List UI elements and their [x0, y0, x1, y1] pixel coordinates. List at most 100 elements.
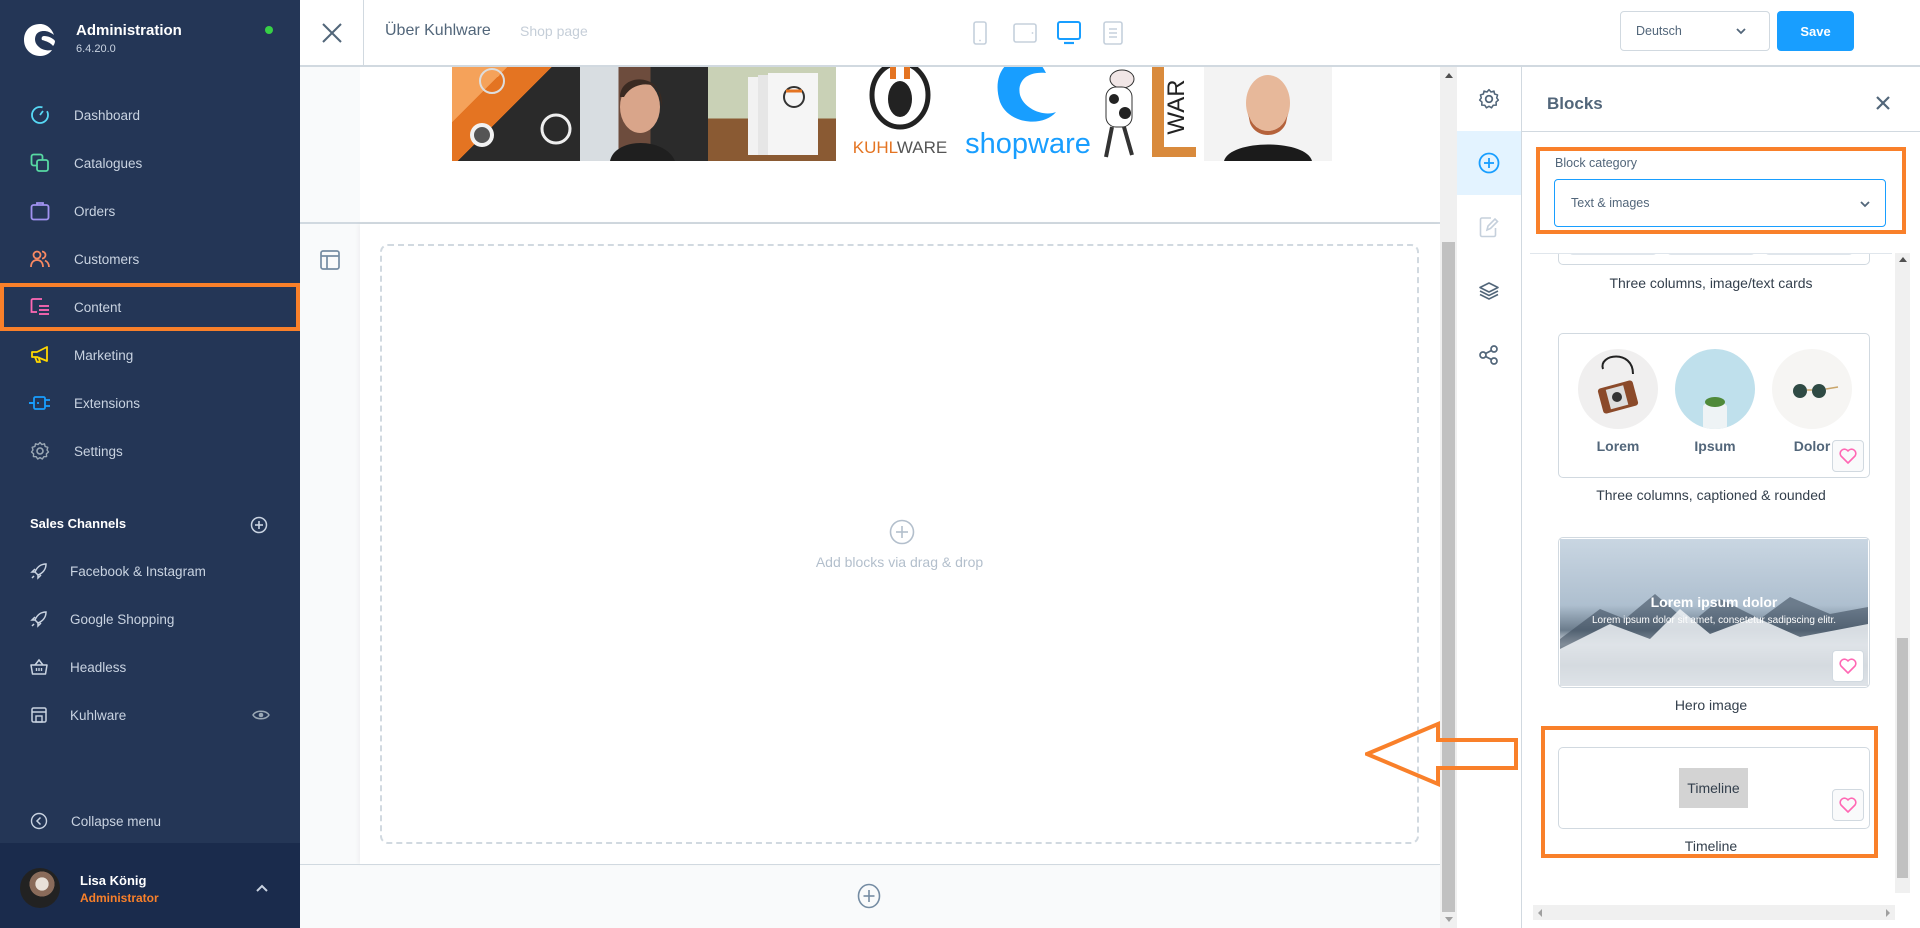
favorite-button[interactable]	[1832, 789, 1864, 821]
gallery-image-merch	[452, 67, 580, 161]
favorite-button[interactable]	[1832, 440, 1864, 472]
scroll-down-arrow[interactable]	[1445, 917, 1453, 922]
layers-icon	[1479, 282, 1499, 300]
layers-button[interactable]	[1457, 259, 1521, 323]
sales-channel-label: Facebook & Instagram	[70, 563, 206, 579]
scroll-up-arrow[interactable]	[1445, 73, 1453, 78]
block-preview-image-text-cards[interactable]	[1558, 254, 1870, 265]
sales-channel-kuhlware[interactable]: Kuhlware	[0, 693, 300, 737]
sidebar-item-extensions[interactable]: Extensions	[0, 379, 300, 427]
gallery-image-kuhlware-logo: KUHLWARE	[836, 67, 964, 161]
sales-channel-google-shopping[interactable]: Google Shopping	[0, 597, 300, 641]
sidebar-item-label: Content	[74, 299, 122, 315]
device-mobile-button[interactable]	[966, 19, 994, 47]
block-category-select[interactable]: Text & images	[1554, 179, 1886, 227]
gallery-image-kuhlware-banner: WAR	[1148, 67, 1204, 161]
device-form-button[interactable]	[1099, 19, 1127, 47]
user-name: Lisa König	[80, 873, 147, 888]
language-select[interactable]: Deutsch	[1620, 11, 1770, 51]
plus-circle-icon	[1478, 152, 1500, 174]
scrollbar-thumb[interactable]	[1897, 638, 1908, 878]
sidebar-item-catalogues[interactable]: Catalogues	[0, 139, 300, 187]
add-section-icon[interactable]	[857, 883, 881, 909]
sidebar-item-label: Customers	[74, 251, 140, 267]
device-tablet-button[interactable]	[1011, 19, 1039, 47]
mobile-icon	[973, 21, 987, 45]
close-editor-button[interactable]	[300, 0, 364, 65]
page-settings-button[interactable]	[1457, 67, 1521, 131]
form-list-icon	[1103, 21, 1123, 45]
sales-channel-label: Kuhlware	[70, 707, 127, 723]
basket-icon	[30, 658, 48, 675]
brand: Administration 6.4.20.0	[20, 18, 290, 68]
sales-channel-label: Headless	[70, 659, 127, 675]
card-preview	[1667, 254, 1755, 255]
block-caption: Hero image	[1674, 697, 1748, 713]
scroll-right-arrow[interactable]	[1886, 909, 1890, 917]
device-desktop-button[interactable]	[1055, 19, 1083, 47]
blocks-panel-scrollbar[interactable]	[1895, 253, 1910, 893]
chevron-up-icon[interactable]	[255, 883, 269, 893]
scrollbar-thumb[interactable]	[1442, 242, 1455, 912]
close-panel-icon[interactable]	[1875, 95, 1891, 111]
add-blocks-button[interactable]	[1457, 131, 1521, 195]
svg-text:WAR: WAR	[1163, 79, 1190, 134]
shopware-logo-text: shopware	[965, 128, 1091, 160]
gallery-image-woman	[580, 67, 708, 161]
panel-title: Blocks	[1547, 94, 1603, 113]
kuhlware-logo-orange: KUHL	[853, 138, 898, 157]
customers-icon	[28, 247, 52, 271]
app-title: Administration	[76, 22, 182, 39]
gallery-image-cow-mascot	[1092, 67, 1148, 161]
card-preview	[1569, 254, 1657, 255]
close-icon	[321, 22, 342, 43]
favorite-button[interactable]	[1832, 650, 1864, 682]
share-button[interactable]	[1457, 323, 1521, 387]
settings-icon	[28, 439, 52, 463]
section-divider	[300, 864, 1440, 865]
language-value: Deutsch	[1636, 24, 1682, 38]
app: Administration 6.4.20.0 Dashboard Catalo…	[0, 0, 1920, 928]
sales-channel-facebook-instagram[interactable]: Facebook & Instagram	[0, 549, 300, 593]
extensions-icon	[28, 391, 52, 415]
sidebar-item-orders[interactable]: Orders	[0, 187, 300, 235]
gallery-image-shopware-logo: shopware	[964, 67, 1092, 161]
chevron-down-icon	[1736, 28, 1746, 35]
sidebar-item-customers[interactable]: Customers	[0, 235, 300, 283]
scroll-up-arrow[interactable]	[1899, 257, 1907, 262]
panel-header: Blocks	[1522, 67, 1920, 132]
sidebar-item-settings[interactable]: Settings	[0, 427, 300, 475]
canvas-scrollbar[interactable]	[1440, 67, 1457, 928]
sidebar-item-label: Extensions	[74, 395, 141, 411]
page-type: Shop page	[520, 23, 588, 39]
add-sales-channel-icon[interactable]	[250, 516, 268, 534]
collapse-menu-button[interactable]: Collapse menu	[0, 800, 300, 842]
storefront-icon	[31, 707, 47, 723]
block-preview-captioned-rounded[interactable]: Lorem Ipsum Dolor	[1558, 333, 1870, 478]
section-layout-icon[interactable]	[320, 250, 340, 270]
status-indicator	[265, 26, 273, 34]
sidebar-item-dashboard[interactable]: Dashboard	[0, 91, 300, 139]
image-gallery-block[interactable]: KUHLWARE shopware WAR	[452, 67, 1348, 161]
block-dropzone[interactable]: Add blocks via drag & drop	[380, 244, 1419, 844]
sidebar-item-marketing[interactable]: Marketing	[0, 331, 300, 379]
app-version: 6.4.20.0	[76, 43, 116, 55]
edit-block-button[interactable]	[1457, 195, 1521, 259]
eye-icon[interactable]	[252, 708, 270, 722]
card-preview	[1765, 254, 1853, 255]
scroll-left-arrow[interactable]	[1538, 909, 1542, 917]
dashboard-icon	[28, 103, 52, 127]
blocks-panel-horizontal-scrollbar[interactable]	[1533, 905, 1895, 920]
user-menu[interactable]: Lisa König Administrator	[0, 843, 300, 928]
content-icon	[28, 295, 52, 319]
hero-subline: Lorem ipsum dolor sit amet, consetetur s…	[1592, 615, 1836, 626]
save-button[interactable]: Save	[1777, 11, 1854, 51]
gallery-image-brochures	[708, 67, 836, 161]
sidebar-item-content[interactable]: Content	[0, 283, 300, 331]
block-preview-hero-image[interactable]: Lorem ipsum dolor Lorem ipsum dolor sit …	[1558, 537, 1870, 688]
user-role: Administrator	[80, 891, 159, 905]
section-sidebar	[300, 224, 360, 864]
block-list: Three columns, image/text cards Lorem Ip…	[1530, 253, 1892, 913]
block-preview-timeline[interactable]: Timeline	[1558, 747, 1870, 829]
sales-channel-headless[interactable]: Headless	[0, 645, 300, 689]
